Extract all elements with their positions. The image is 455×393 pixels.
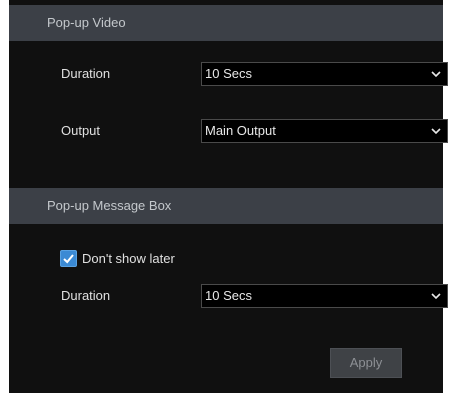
video-duration-label: Duration xyxy=(61,66,111,81)
checkmark-icon xyxy=(63,254,74,264)
popup-message-box-header: Pop-up Message Box xyxy=(9,188,443,224)
message-duration-select[interactable]: 10 Secs xyxy=(201,284,448,308)
message-duration-value: 10 Secs xyxy=(205,288,252,303)
video-output-label: Output xyxy=(61,123,101,138)
settings-panel: Pop-up Video Duration 10 Secs Output Mai… xyxy=(9,0,448,393)
popup-video-header: Pop-up Video xyxy=(9,5,443,41)
video-output-value: Main Output xyxy=(205,123,276,138)
chevron-down-icon xyxy=(431,293,441,300)
video-output-select[interactable]: Main Output xyxy=(201,119,448,143)
message-duration-label: Duration xyxy=(61,288,111,303)
video-duration-value: 10 Secs xyxy=(205,66,252,81)
dont-show-later-checkbox[interactable] xyxy=(60,250,77,267)
apply-button[interactable]: Apply xyxy=(330,348,402,378)
dont-show-later-label[interactable]: Don't show later xyxy=(82,250,175,268)
chevron-down-icon xyxy=(431,128,441,135)
video-duration-select[interactable]: 10 Secs xyxy=(201,62,448,86)
chevron-down-icon xyxy=(431,71,441,78)
